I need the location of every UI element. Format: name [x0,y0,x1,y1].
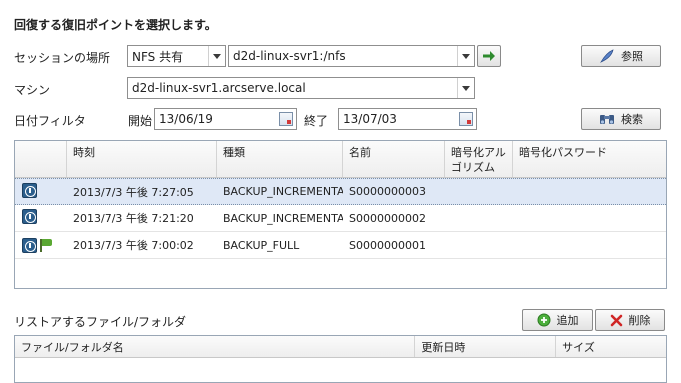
column-header-encryption-algorithm[interactable]: 暗号化アル ゴリズム [445,141,513,177]
session-type-select[interactable]: NFS 共有 [127,45,226,67]
file-grid-header: ファイル/フォルダ名 更新日時 サイズ [15,336,666,358]
binoculars-icon [600,115,614,124]
delete-button[interactable]: 削除 [595,309,665,331]
end-date-label: 終了 [304,114,329,128]
recovery-point-icon [22,209,37,224]
session-type-value: NFS 共有 [132,49,184,64]
chevron-down-icon [457,46,474,66]
calendar-icon[interactable] [279,112,293,126]
column-header-file-folder-name[interactable]: ファイル/フォルダ名 [15,336,416,357]
chevron-down-icon [208,46,225,66]
icon-column-header [15,141,67,177]
column-header-size[interactable]: サイズ [556,336,666,357]
delete-icon [610,314,622,326]
grid-header: 時刻 種類 名前 暗号化アル ゴリズム 暗号化パスワード [15,141,666,178]
row-type: BACKUP_INCREMENTAL [223,185,343,198]
connect-button[interactable] [477,45,501,67]
page-heading: 回復する復旧ポイントを選択します。 [14,18,217,32]
search-button[interactable]: 検索 [581,108,661,130]
column-header-modified-date[interactable]: 更新日時 [415,336,557,357]
flag-icon [39,238,53,252]
recovery-point-icon [22,237,37,253]
restore-files-grid: ファイル/フォルダ名 更新日時 サイズ [14,335,667,383]
row-name: S0000000001 [349,238,426,252]
session-path-value: d2d-linux-svr1:/nfs [233,49,346,63]
table-row[interactable]: 2013/7/3 午後 7:21:20 BACKUP_INCREMENTAL S… [15,205,666,232]
row-type: BACKUP_INCREMENTAL [223,211,343,225]
calendar-icon[interactable] [459,112,473,126]
row-time: 2013/7/3 午後 7:21:20 [73,212,194,225]
session-location-label: セッションの場所 [14,51,111,65]
end-date-field[interactable]: 13/07/03 [338,108,477,130]
machine-label: マシン [14,83,51,97]
start-date-label: 開始 [128,114,153,128]
add-button[interactable]: 追加 [522,309,593,331]
machine-value: d2d-linux-svr1.arcserve.local [132,81,306,95]
column-header-name[interactable]: 名前 [343,141,445,177]
chevron-down-icon [457,78,474,98]
arrow-right-icon [483,51,495,61]
browse-button-label: 参照 [621,50,643,63]
column-header-encryption-password[interactable]: 暗号化パスワード [513,141,666,177]
table-row[interactable]: 2013/7/3 午後 7:27:05 BACKUP_INCREMENTAL S… [15,178,666,205]
feather-icon [600,49,614,63]
browse-button[interactable]: 参照 [581,45,661,67]
row-type: BACKUP_FULL [223,238,300,252]
column-header-type[interactable]: 種類 [217,141,343,177]
date-filter-label: 日付フィルタ [14,114,86,128]
plus-icon [537,313,550,327]
session-path-select[interactable]: d2d-linux-svr1:/nfs [228,45,475,67]
search-button-label: 検索 [621,113,643,126]
table-row[interactable]: 2013/7/3 午後 7:00:02 BACKUP_FULL S0000000… [15,232,666,259]
start-date-value: 13/06/19 [159,112,213,126]
row-time: 2013/7/3 午後 7:27:05 [73,185,194,199]
machine-select[interactable]: d2d-linux-svr1.arcserve.local [127,77,475,99]
row-time: 2013/7/3 午後 7:00:02 [73,239,194,252]
recovery-point-icon [22,182,37,198]
row-name: S0000000002 [349,211,426,225]
end-date-value: 13/07/03 [343,112,397,126]
delete-button-label: 削除 [628,314,651,327]
start-date-field[interactable]: 13/06/19 [154,108,297,130]
recovery-points-grid: 時刻 種類 名前 暗号化アル ゴリズム 暗号化パスワード 2013/7/3 午後… [14,140,667,289]
row-name: S0000000003 [349,185,426,198]
column-header-time[interactable]: 時刻 [67,141,217,177]
add-button-label: 追加 [556,314,579,327]
restore-files-label: リストアするファイル/フォルダ [14,315,187,329]
